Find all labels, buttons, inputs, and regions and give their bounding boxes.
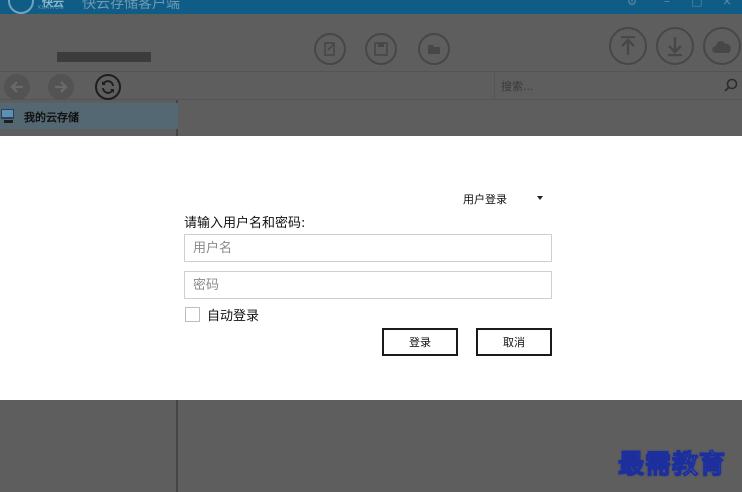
folder-move-icon [428, 45, 440, 54]
forward-button[interactable] [48, 74, 74, 100]
cloud-button[interactable] [703, 27, 741, 65]
username-input[interactable] [185, 235, 551, 261]
refresh-icon [102, 80, 114, 94]
sidebar-item-my-cloud[interactable]: 我的云存储 [0, 103, 178, 129]
folder-move-button[interactable] [418, 33, 450, 65]
login-dialog: 用户登录 请输入用户名和密码: 自动登录 登录 取消 [0, 136, 742, 400]
window-title: 快云存储客户端 [82, 0, 180, 12]
save-button[interactable] [365, 33, 397, 65]
minimize-button[interactable]: – [660, 0, 674, 8]
storage-progress-fill [57, 52, 151, 62]
cancel-button[interactable]: 取消 [476, 328, 552, 356]
search-icon[interactable] [724, 78, 738, 92]
maximize-button[interactable]: □ [690, 0, 704, 8]
save-icon [374, 42, 388, 56]
storage-progress-bar [57, 52, 151, 62]
auto-login-label[interactable]: 自动登录 [207, 305, 259, 324]
upload-icon [621, 36, 635, 55]
edit-doc-button[interactable] [314, 33, 346, 65]
auto-login-checkbox[interactable] [185, 307, 200, 322]
watermark-text: 最需教育 [617, 450, 727, 481]
title-bar: 快云 KUAIYUN 快云存储客户端 ⚙ – □ × [0, 0, 742, 14]
arrow-right-icon [55, 81, 68, 93]
username-field-wrapper [184, 234, 552, 262]
logo-subtext: KUAIYUN [38, 5, 64, 11]
cloud-icon [712, 41, 731, 53]
cloud-storage-icon [1, 109, 14, 123]
login-mode-select[interactable]: 用户登录 [463, 191, 507, 207]
logo-circle-icon [8, 0, 34, 14]
toolbar [0, 14, 742, 72]
download-button[interactable] [656, 27, 694, 65]
upload-button[interactable] [609, 27, 647, 65]
sidebar-item-label: 我的云存储 [24, 111, 79, 124]
back-button[interactable] [4, 74, 30, 100]
nav-row [0, 72, 742, 100]
app-logo: 快云 KUAIYUN [4, 0, 74, 14]
password-field-wrapper [184, 271, 552, 299]
search-box [494, 72, 742, 100]
refresh-button[interactable] [95, 74, 121, 100]
download-icon [668, 37, 682, 57]
settings-icon[interactable]: ⚙ [625, 0, 639, 8]
search-input[interactable] [501, 78, 711, 94]
arrow-left-icon [10, 81, 23, 93]
chevron-down-icon[interactable] [537, 196, 543, 200]
login-prompt: 请输入用户名和密码: [184, 216, 306, 231]
edit-doc-icon [324, 42, 335, 56]
login-button[interactable]: 登录 [382, 328, 458, 356]
sidebar-lower [0, 400, 178, 492]
close-button[interactable]: × [720, 0, 734, 8]
password-input[interactable] [185, 272, 551, 298]
